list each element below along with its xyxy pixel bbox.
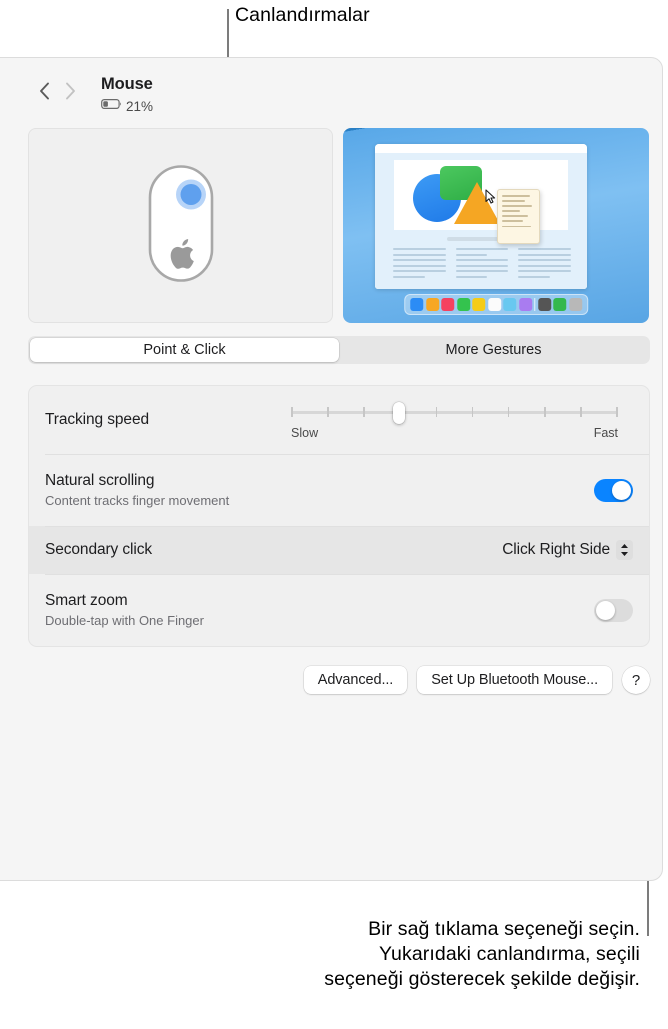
row-tracking-speed: Tracking speed Slow Fast (29, 386, 649, 454)
dock-icon (441, 298, 455, 311)
advanced-button-label: Advanced... (317, 672, 394, 688)
animation-document-window (375, 144, 587, 289)
natural-scrolling-toggle[interactable] (594, 478, 633, 502)
slider-thumb[interactable] (392, 402, 405, 424)
natural-scrolling-text: Natural scrolling Content tracks finger … (45, 472, 229, 508)
slider-range-labels: Slow Fast (291, 426, 618, 440)
help-button[interactable]: ? (622, 666, 650, 694)
dock-icon (553, 298, 567, 311)
dock-icon (410, 298, 424, 311)
callout-label-animations: Canlandırmalar (235, 4, 370, 26)
secondary-click-label: Secondary click (45, 541, 153, 558)
tab-point-and-click[interactable]: Point & Click (30, 338, 339, 362)
toggle-knob (612, 480, 631, 500)
dock-icon (537, 298, 551, 311)
back-button[interactable] (31, 76, 57, 106)
cursor-arrow-icon (485, 189, 496, 209)
mouse-illustration-panel (28, 128, 333, 323)
bottom-button-row: Advanced... Set Up Bluetooth Mouse... ? (28, 666, 650, 694)
animation-canvas (394, 160, 568, 230)
toggle-knob (596, 600, 615, 620)
row-smart-zoom: Smart zoom Double-tap with One Finger (29, 574, 649, 646)
advanced-button[interactable]: Advanced... (303, 666, 408, 694)
animation-text-column (455, 248, 509, 281)
animation-text-column (393, 248, 446, 281)
row-secondary-click: Secondary click Click Right Side (29, 526, 649, 574)
dock-icon (425, 298, 439, 311)
dock-icon (456, 298, 470, 311)
window-header: Mouse 21% (31, 75, 153, 115)
slider-track[interactable] (291, 400, 618, 424)
smart-zoom-sublabel: Double-tap with One Finger (45, 613, 204, 628)
dock-icon (503, 298, 517, 311)
chevron-left-icon (39, 82, 50, 100)
smart-zoom-text: Smart zoom Double-tap with One Finger (45, 592, 204, 628)
animation-text-columns (393, 248, 572, 281)
battery-status: 21% (101, 97, 153, 115)
secondary-click-popup-button[interactable]: Click Right Side (502, 540, 633, 560)
screenshot-root: Canlandırmalar Bir sağ tıklama seçeneği … (0, 0, 668, 1029)
dock-icon (518, 298, 532, 311)
animation-text-column (518, 248, 572, 281)
slider-label-slow: Slow (291, 426, 319, 440)
dock-icon (487, 298, 501, 311)
tracking-speed-label: Tracking speed (45, 411, 149, 428)
smart-zoom-toggle[interactable] (594, 598, 633, 622)
secondary-click-value: Click Right Side (502, 541, 610, 558)
battery-percent: 21% (126, 98, 154, 114)
slider-label-fast: Fast (593, 426, 618, 440)
animation-window-titlebar (375, 144, 587, 153)
title-block: Mouse 21% (101, 75, 153, 115)
animation-dock (404, 294, 588, 315)
animation-window-body (375, 153, 587, 289)
slider-ticks (291, 407, 618, 417)
question-mark-icon: ? (631, 671, 641, 689)
forward-button[interactable] (57, 76, 83, 106)
row-natural-scrolling: Natural scrolling Content tracks finger … (29, 454, 649, 526)
dock-icon (568, 298, 582, 311)
preview-row (28, 128, 649, 323)
tab-label: Point & Click (143, 342, 226, 358)
dock-separator (534, 298, 536, 311)
natural-scrolling-label: Natural scrolling (45, 472, 155, 489)
tab-more-gestures[interactable]: More Gestures (339, 338, 648, 362)
chevron-up-down-icon (616, 540, 633, 560)
chevron-right-icon (65, 82, 76, 100)
settings-window: Mouse 21% Point & Click More Gestures Tr… (0, 57, 663, 881)
settings-group: Tracking speed Slow Fast Natural scrolli… (28, 385, 650, 647)
dock-icon (472, 298, 486, 311)
set-up-bluetooth-mouse-label: Set Up Bluetooth Mouse... (431, 672, 598, 688)
gesture-tab-bar: Point & Click More Gestures (28, 336, 650, 364)
tab-label: More Gestures (445, 342, 542, 358)
callout-label-secondary-click: Bir sağ tıklama seçeneği seçin. Yukarıda… (324, 918, 640, 990)
animation-preview-panel (343, 128, 649, 323)
set-up-bluetooth-mouse-button[interactable]: Set Up Bluetooth Mouse... (417, 666, 612, 694)
natural-scrolling-sublabel: Content tracks finger movement (45, 493, 230, 508)
tracking-speed-slider[interactable]: Slow Fast (291, 400, 618, 440)
smart-zoom-label: Smart zoom (45, 592, 128, 609)
magic-mouse-icon (146, 162, 216, 289)
page-title: Mouse (101, 75, 153, 93)
battery-low-icon (101, 97, 123, 115)
animation-context-document (497, 189, 540, 244)
